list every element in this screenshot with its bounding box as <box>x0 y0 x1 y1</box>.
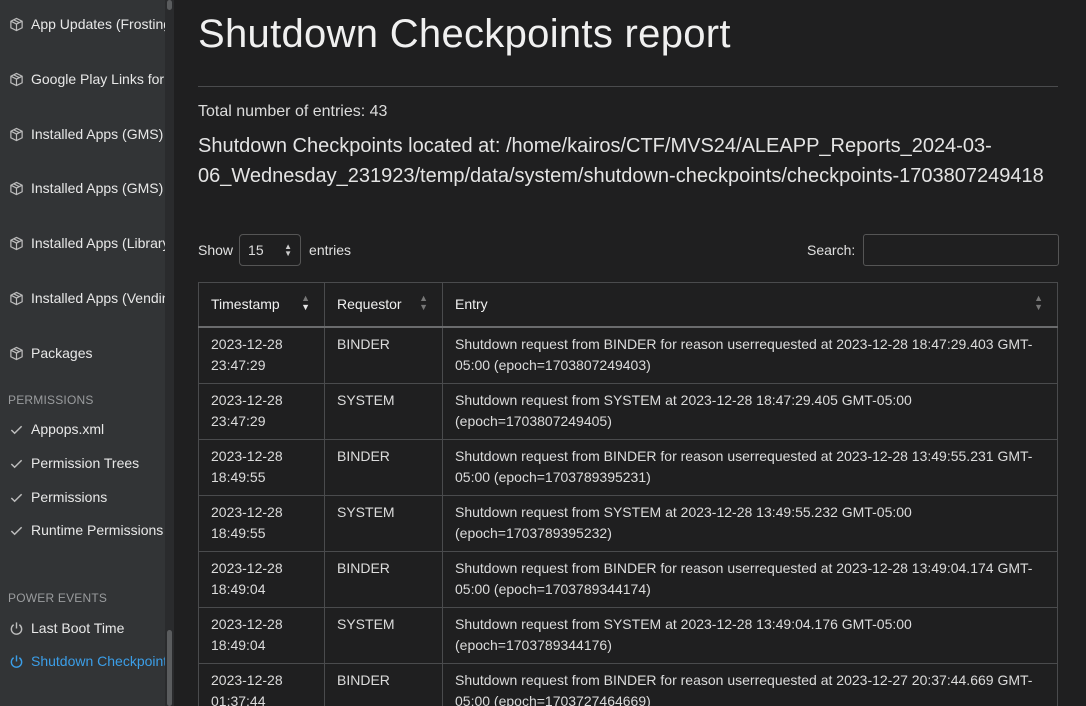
sidebar: App Updates (Frosting.db) Google Play Li… <box>0 0 174 706</box>
search-label: Search: <box>807 242 856 258</box>
table-row: 2023-12-28 18:49:55 SYSTEM Shutdown requ… <box>198 494 1058 552</box>
sidebar-item-runtime-permissions[interactable]: Runtime Permissions <box>0 518 165 542</box>
cell-entry: Shutdown request from BINDER for reason … <box>442 662 1058 706</box>
cell-timestamp: 2023-12-28 18:49:55 <box>198 438 325 496</box>
cell-requestor: SYSTEM <box>324 606 443 664</box>
table-row: 2023-12-28 01:37:44 BINDER Shutdown requ… <box>198 662 1058 706</box>
cell-requestor: BINDER <box>324 550 443 608</box>
cell-entry: Shutdown request from SYSTEM at 2023-12-… <box>442 382 1058 440</box>
cell-entry: Shutdown request from SYSTEM at 2023-12-… <box>442 494 1058 552</box>
table-header-row: Timestamp ▲ ▼ Requestor ▲ ▼ Entry ▲ ▼ <box>198 282 1058 328</box>
sort-desc-icon: ▲ ▼ <box>301 293 310 312</box>
sidebar-item-label: Installed Apps (GMS) for user <box>31 180 165 196</box>
package-icon <box>8 180 24 196</box>
title-divider <box>198 86 1058 87</box>
main-content: Shutdown Checkpoints report Total number… <box>174 0 1086 706</box>
sidebar-item-installed-apps-gms-user[interactable]: Installed Apps (GMS) for user <box>0 176 165 200</box>
show-label: Show <box>198 242 234 258</box>
cell-entry: Shutdown request from BINDER for reason … <box>442 550 1058 608</box>
sidebar-item-google-play-links[interactable]: Google Play Links for Apps <box>0 67 165 91</box>
page-length-control: Show 15 ▲ ▼ entries <box>198 234 351 266</box>
package-icon <box>8 235 24 251</box>
cell-requestor: SYSTEM <box>324 382 443 440</box>
cell-timestamp: 2023-12-28 23:47:29 <box>198 382 325 440</box>
power-icon <box>8 620 24 636</box>
check-icon <box>8 455 24 471</box>
table-row: 2023-12-28 23:47:29 SYSTEM Shutdown requ… <box>198 382 1058 440</box>
table-row: 2023-12-28 18:49:04 SYSTEM Shutdown requ… <box>198 606 1058 664</box>
sidebar-scrollbar[interactable] <box>165 0 174 706</box>
sort-icon: ▲ ▼ <box>1034 293 1043 312</box>
total-entries: Total number of entries: 43 <box>198 103 388 120</box>
cell-requestor: BINDER <box>324 662 443 706</box>
sidebar-item-label: Appops.xml <box>31 421 105 437</box>
permissions-section-header: PERMISSIONS <box>8 393 94 407</box>
sidebar-item-label: Runtime Permissions <box>31 522 164 538</box>
search-input[interactable] <box>863 234 1060 266</box>
sidebar-item-label: Permissions <box>31 489 108 505</box>
sidebar-item-label: App Updates (Frosting.db) <box>31 16 165 32</box>
cell-requestor: BINDER <box>324 438 443 496</box>
sidebar-item-app-updates[interactable]: App Updates (Frosting.db) <box>0 12 165 36</box>
package-icon <box>8 126 24 142</box>
cell-requestor: BINDER <box>324 326 443 384</box>
page-title: Shutdown Checkpoints report <box>198 12 731 56</box>
sidebar-item-installed-apps-vending[interactable]: Installed Apps (Vending) <box>0 286 165 310</box>
cell-timestamp: 2023-12-28 01:37:44 <box>198 662 325 706</box>
select-arrows-icon: ▲ ▼ <box>284 242 293 258</box>
sidebar-item-appops[interactable]: Appops.xml <box>0 417 165 441</box>
sidebar-item-permissions[interactable]: Permissions <box>0 485 165 509</box>
sidebar-item-packages[interactable]: Packages <box>0 341 165 365</box>
entries-label: entries <box>309 242 352 258</box>
power-icon <box>8 653 24 669</box>
sidebar-item-label: Installed Apps (Vending) <box>31 290 165 306</box>
table-row: 2023-12-28 23:47:29 BINDER Shutdown requ… <box>198 326 1058 384</box>
source-path: Shutdown Checkpoints located at: /home/k… <box>198 135 1044 187</box>
scrollbar-up-arrow[interactable] <box>167 0 172 10</box>
sidebar-item-permission-trees[interactable]: Permission Trees <box>0 451 165 475</box>
sidebar-item-label: Google Play Links for Apps <box>31 71 165 87</box>
column-header-requestor[interactable]: Requestor ▲ ▼ <box>324 282 443 328</box>
package-icon <box>8 345 24 361</box>
check-icon <box>8 489 24 505</box>
power-events-section-header: POWER EVENTS <box>8 591 108 605</box>
package-icon <box>8 290 24 306</box>
table-row: 2023-12-28 18:49:04 BINDER Shutdown requ… <box>198 550 1058 608</box>
checkpoints-table: Timestamp ▲ ▼ Requestor ▲ ▼ Entry ▲ ▼ 2023-… <box>198 282 1058 706</box>
page-length-value: 15 <box>248 242 264 258</box>
search-control: Search: <box>807 234 1060 266</box>
cell-timestamp: 2023-12-28 18:49:55 <box>198 494 325 552</box>
scrollbar-thumb[interactable] <box>167 630 172 706</box>
page-length-select[interactable]: 15 ▲ ▼ <box>239 234 302 266</box>
cell-entry: Shutdown request from BINDER for reason … <box>442 326 1058 384</box>
cell-entry: Shutdown request from SYSTEM at 2023-12-… <box>442 606 1058 664</box>
sidebar-item-label: Installed Apps (Library) <box>31 235 165 251</box>
sidebar-item-label: Shutdown Checkpoints <box>31 653 165 669</box>
sidebar-item-label: Packages <box>31 345 93 361</box>
sidebar-item-shutdown-checkpoints[interactable]: Shutdown Checkpoints <box>0 649 165 673</box>
sidebar-item-label: Installed Apps (GMS) <box>31 126 164 142</box>
sidebar-item-label: Last Boot Time <box>31 620 125 636</box>
cell-requestor: SYSTEM <box>324 494 443 552</box>
sidebar-item-installed-apps-gms[interactable]: Installed Apps (GMS) <box>0 122 165 146</box>
cell-timestamp: 2023-12-28 18:49:04 <box>198 606 325 664</box>
sort-icon: ▲ ▼ <box>419 293 428 312</box>
column-header-entry[interactable]: Entry ▲ ▼ <box>442 282 1058 328</box>
sidebar-item-last-boot-time[interactable]: Last Boot Time <box>0 616 165 640</box>
sidebar-item-label: Permission Trees <box>31 455 140 471</box>
column-header-timestamp[interactable]: Timestamp ▲ ▼ <box>198 282 325 328</box>
cell-timestamp: 2023-12-28 23:47:29 <box>198 326 325 384</box>
check-icon <box>8 522 24 538</box>
check-icon <box>8 421 24 437</box>
cell-timestamp: 2023-12-28 18:49:04 <box>198 550 325 608</box>
sidebar-item-installed-apps-library[interactable]: Installed Apps (Library) <box>0 231 165 255</box>
package-icon <box>8 71 24 87</box>
package-icon <box>8 16 24 32</box>
table-row: 2023-12-28 18:49:55 BINDER Shutdown requ… <box>198 438 1058 496</box>
cell-entry: Shutdown request from BINDER for reason … <box>442 438 1058 496</box>
